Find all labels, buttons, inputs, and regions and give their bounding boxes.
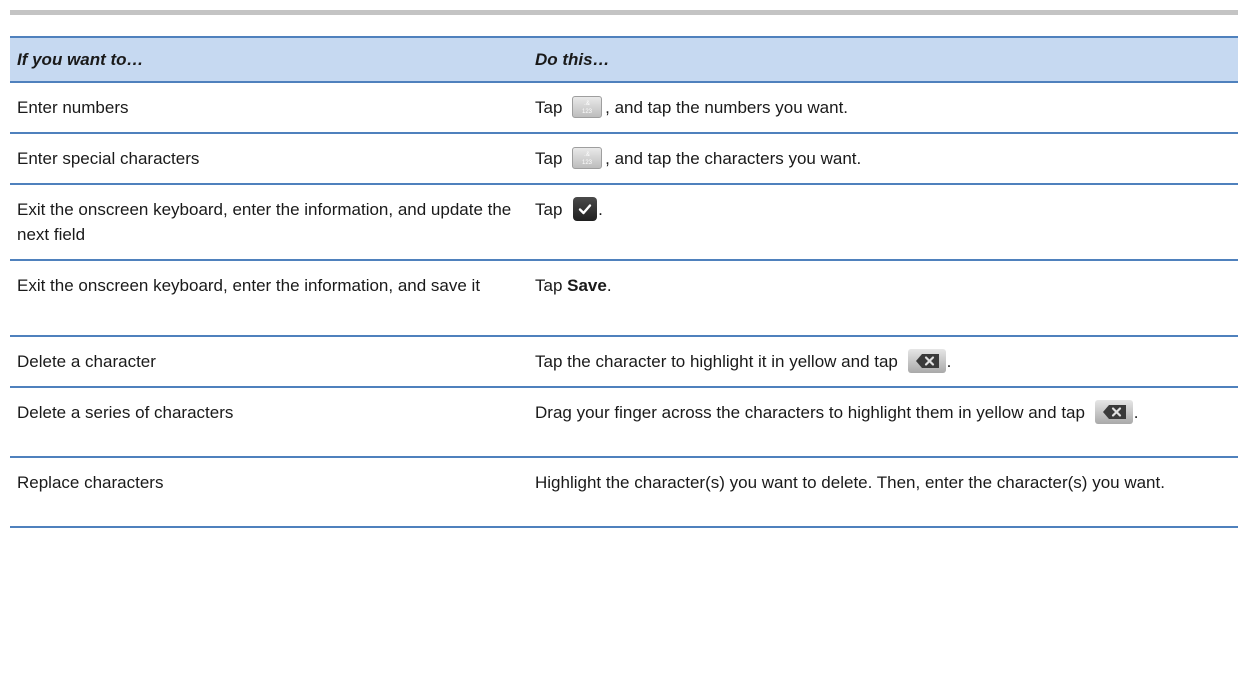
table-row: Enter special characters Tap .& 123 , and … [10,133,1238,185]
checkmark-key-icon [573,196,598,221]
instruction-cell: Tap the character to highlight it in yel… [528,336,1238,388]
numbers-key-top-label: .& [584,101,590,107]
instruction-text: Tap [535,98,568,117]
header-if-you-want-to: If you want to… [10,36,528,83]
instruction-text: . [1133,403,1139,422]
header-do-this: Do this… [528,36,1238,83]
instruction-cell: Tap . [528,184,1238,261]
table-row: Replace characters Highlight the charact… [10,457,1238,528]
instruction-cell: Tap .& 123 , and tap the numbers you want. [528,82,1238,134]
table-row: Exit the onscreen keyboard, enter the in… [10,260,1238,337]
table-row: Enter numbers Tap .& 123 , and tap the num… [10,82,1238,134]
instruction-text: Tap [535,149,568,168]
action-cell: Replace characters [10,457,528,528]
numbers-key-bottom-label: 123 [582,160,593,166]
instruction-text: Tap the character to highlight it in yel… [535,352,903,371]
numbers-key-icon: .& 123 [572,146,603,169]
backspace-key-icon [1094,399,1133,424]
action-cell: Enter special characters [10,133,528,185]
instruction-cell: Drag your finger across the characters t… [528,387,1238,458]
table-row: Delete a series of characters Drag your … [10,387,1238,458]
instruction-cell: Tap .& 123 , and tap the characters you wa… [528,133,1238,185]
action-cell: Delete a character [10,336,528,388]
instruction-text: , and tap the numbers you want. [605,98,849,117]
table-header-row: If you want to… Do this… [10,36,1238,83]
action-cell: Enter numbers [10,82,528,134]
table-row: Delete a character Tap the character to … [10,336,1238,388]
instruction-text: . [598,200,603,219]
keyboard-actions-table: If you want to… Do this… Enter numbers T… [10,36,1238,528]
instruction-cell: Tap Save. [528,260,1238,337]
instruction-cell: Highlight the character(s) you want to d… [528,457,1238,528]
save-label: Save [567,276,607,295]
action-cell: Delete a series of characters [10,387,528,458]
numbers-key-icon: .& 123 [572,95,603,118]
top-divider [10,10,1238,15]
instruction-text: . [606,276,612,295]
numbers-key-top-label: .& [584,152,590,158]
backspace-key-icon [907,348,946,373]
numbers-key-bottom-label: 123 [582,109,593,115]
action-cell: Exit the onscreen keyboard, enter the in… [10,184,528,261]
instruction-text: , and tap the characters you want. [605,149,862,168]
instruction-text: Drag your finger across the characters t… [535,403,1090,422]
instruction-text: Tap [535,200,568,219]
instruction-text: Tap [535,276,568,295]
action-cell: Exit the onscreen keyboard, enter the in… [10,260,528,337]
table-row: Exit the onscreen keyboard, enter the in… [10,184,1238,261]
instruction-text: . [946,352,952,371]
